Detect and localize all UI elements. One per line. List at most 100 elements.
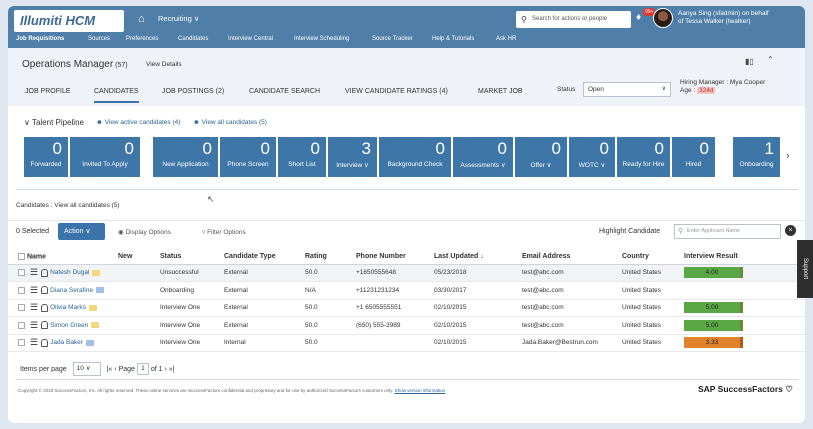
nav-source-tracker[interactable]: Source Tracker (372, 36, 413, 42)
talent-pipeline-label: Talent Pipeline (31, 118, 84, 127)
nav-interview-central[interactable]: Interview Central (228, 36, 273, 42)
clear-icon[interactable]: × (785, 225, 796, 236)
action-button[interactable]: Action ∨ (58, 223, 105, 240)
row-checkbox[interactable] (18, 339, 25, 347)
candidate-name-link[interactable]: Diana Serafine (50, 287, 93, 294)
pipeline-stage-assessments[interactable]: 0 Assessments ∨ (453, 137, 513, 177)
page-number-input[interactable]: 1 (136, 363, 149, 375)
table-row[interactable]: ☰ Olivia Marks Interview One External 50.… (8, 299, 805, 317)
type-cell: External (224, 264, 305, 282)
view-active-candidates-link[interactable]: ☻ View active candidates (4) (96, 119, 180, 126)
version-info-link[interactable]: Show version information (395, 388, 446, 393)
profile-card-icon[interactable] (92, 269, 101, 276)
module-switcher[interactable]: Recruiting ∨ (158, 14, 199, 23)
column-phone-number[interactable]: Phone Number (356, 250, 434, 265)
pipeline-stage-new-application[interactable]: 0 New Application (153, 137, 218, 177)
previous-page-icon[interactable]: ‹ (114, 366, 116, 373)
talent-pipeline-title[interactable]: ∨ Talent Pipeline (24, 118, 84, 127)
row-menu-icon[interactable]: ☰ (30, 285, 38, 296)
candidate-name-link[interactable]: Jada Baker (50, 339, 83, 346)
collapse-caret-icon[interactable]: ⌃ (767, 55, 774, 64)
nav-job-requisitions[interactable]: Job Requisitions (16, 36, 64, 42)
column-last-updated[interactable]: Last Updated ↓ (434, 250, 522, 265)
tab-candidate-search[interactable]: CANDIDATE SEARCH (249, 88, 320, 95)
nav-candidates[interactable]: Candidates (178, 36, 208, 42)
chevron-down-icon: ∨ (85, 228, 91, 235)
phone-cell (356, 334, 434, 352)
last-page-icon[interactable]: »| (169, 366, 175, 373)
tab-market-job[interactable]: MARKET JOB (478, 88, 523, 95)
column-status[interactable]: Status (160, 250, 224, 265)
view-all-candidates-link[interactable]: ☻ View all candidates (5) (193, 119, 267, 126)
select-all-checkbox[interactable] (18, 253, 25, 261)
profile-card-icon[interactable] (85, 339, 94, 346)
table-row[interactable]: ☰ Diana Serafine Onboarding External N/A … (8, 281, 805, 300)
row-checkbox[interactable] (18, 286, 25, 294)
pipeline-stage-hired[interactable]: 0 Hired (672, 137, 715, 177)
row-checkbox[interactable] (18, 304, 25, 312)
stage-label: Invited To Apply (82, 161, 128, 168)
pipeline-stage-onboarding[interactable]: 1 Onboarding (733, 137, 780, 177)
candidate-name-link[interactable]: Olivia Marks (50, 304, 86, 311)
pipeline-stage-interview[interactable]: 3 Interview ∨ (328, 137, 377, 177)
column-email-address[interactable]: Email Address (522, 250, 622, 265)
column-candidate-type[interactable]: Candidate Type (224, 250, 305, 265)
pipeline-stage-offer[interactable]: 0 Offer ∨ (515, 137, 567, 177)
home-icon[interactable]: ⌂ (138, 13, 145, 25)
column-name[interactable]: Name (8, 250, 118, 265)
first-page-icon[interactable]: |« (107, 366, 113, 373)
pipeline-stage-wotc[interactable]: 0 WOTC ∨ (569, 137, 615, 177)
filter-options-button[interactable]: ▿ Filter Options (202, 228, 246, 236)
column-rating[interactable]: Rating (305, 250, 356, 265)
row-checkbox[interactable] (18, 321, 25, 329)
row-menu-icon[interactable]: ☰ (30, 302, 38, 313)
pipeline-stage-phone-screen[interactable]: 0 Phone Screen (220, 137, 276, 177)
pipeline-stage-invited[interactable]: 0 Invited To Apply (70, 137, 140, 177)
support-tab[interactable]: Support (797, 240, 813, 298)
table-row[interactable]: ☰ Simon Green Interview One External 50.0… (8, 316, 805, 335)
items-per-page-select[interactable]: 10 ∨ (72, 362, 101, 376)
user-avatar[interactable] (653, 8, 673, 28)
next-page-icon[interactable]: › (164, 366, 166, 373)
profile-card-icon[interactable] (96, 287, 105, 294)
profile-card-icon[interactable] (88, 304, 97, 311)
pipeline-stage-forwarded[interactable]: 0 Forwarded (24, 137, 68, 177)
pipeline-stage-background-check[interactable]: 0 Background Check (379, 137, 451, 177)
nav-ask-hr[interactable]: Ask HR (496, 36, 516, 42)
tab-candidates[interactable]: CANDIDATES (94, 88, 139, 103)
tab-job-postings[interactable]: JOB POSTINGS (2) (162, 88, 224, 95)
column-interview-result[interactable]: Interview Result (684, 250, 805, 265)
pipeline-stage-ready-for-hire[interactable]: 0 Ready for Hire (617, 137, 670, 177)
display-options-button[interactable]: ◉ Display Options (118, 228, 171, 236)
result-cell: 4.00 (684, 264, 805, 282)
tab-job-profile[interactable]: JOB PROFILE (25, 88, 71, 95)
tab-view-candidate-ratings[interactable]: VIEW CANDIDATE RATINGS (4) (345, 88, 448, 95)
updated-cell: 05/23/2018 (434, 264, 522, 282)
user-menu[interactable]: Aanya Sing (sfadmin) on behalf of Tessa … (678, 10, 803, 26)
nav-sources[interactable]: Sources (88, 36, 110, 42)
company-logo[interactable]: Illumiti HCM (14, 10, 124, 32)
nav-preferences[interactable]: Preferences (126, 36, 158, 42)
column-country[interactable]: Country (622, 250, 684, 265)
collapse-chevron-icon: ∨ (24, 118, 32, 127)
notifications-bell-icon[interactable]: ♦ (636, 12, 641, 23)
nav-help-tutorials[interactable]: Help & Tutorials (432, 36, 474, 42)
chevron-right-icon[interactable]: › (786, 150, 790, 162)
row-menu-icon[interactable]: ☰ (30, 337, 38, 348)
global-search-input[interactable]: ⚲ Search for actions or people (516, 11, 631, 28)
profile-card-icon[interactable] (91, 322, 100, 329)
view-details-link[interactable]: View Details (146, 61, 182, 68)
candidate-name-link[interactable]: Natesh Dugal (50, 269, 89, 276)
highlight-candidate-input[interactable]: ⚲ Enter Applicant Name (674, 224, 781, 239)
row-checkbox[interactable] (18, 269, 25, 277)
nav-interview-scheduling[interactable]: Interview Scheduling (294, 36, 349, 42)
column-new[interactable]: New (118, 250, 160, 265)
pipeline-stage-short-list[interactable]: 0 Short List (278, 137, 326, 177)
table-row[interactable]: ☰ Natesh Dugal Unsuccessful External 50.0… (8, 264, 805, 282)
status-dropdown[interactable]: Open ∨ (583, 82, 671, 97)
row-menu-icon[interactable]: ☰ (30, 267, 38, 278)
bar-chart-icon[interactable]: ▮▯ (745, 57, 754, 66)
table-row[interactable]: ☰ Jada Baker Interview One Internal 50.0 … (8, 334, 805, 352)
candidate-name-link[interactable]: Simon Green (50, 322, 88, 329)
row-menu-icon[interactable]: ☰ (30, 320, 38, 331)
